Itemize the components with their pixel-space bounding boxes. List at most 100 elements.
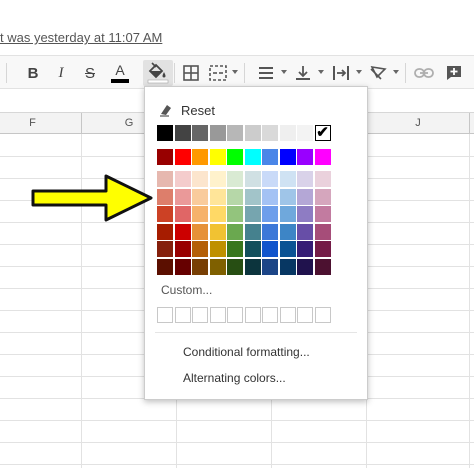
color-swatch[interactable] [297,241,313,257]
color-swatch[interactable] [209,125,226,141]
reset-button[interactable]: Reset [159,101,215,119]
column-header-j[interactable]: J [367,113,470,134]
color-swatch[interactable] [227,241,243,257]
custom-color-slot[interactable] [262,307,278,323]
color-swatch[interactable] [297,149,313,165]
italic-button[interactable]: I [50,60,72,86]
color-swatch[interactable] [297,206,313,222]
color-swatch[interactable] [174,125,191,141]
insert-link-button[interactable] [413,60,435,86]
color-swatch[interactable] [244,223,261,240]
custom-color-slot[interactable] [174,307,191,323]
color-swatch[interactable] [227,223,243,240]
color-swatch[interactable] [279,171,296,187]
color-swatch[interactable] [262,206,278,222]
text-rotation-button[interactable] [367,60,389,86]
custom-color-slot[interactable] [314,307,331,323]
color-swatch[interactable] [192,206,208,222]
color-swatch[interactable] [314,206,331,222]
color-swatch[interactable] [262,223,278,240]
color-swatch[interactable] [314,171,331,187]
color-swatch[interactable] [192,241,208,257]
color-swatch[interactable] [244,149,261,165]
color-swatch[interactable] [157,171,173,187]
color-swatch[interactable] [244,171,261,187]
color-swatch[interactable] [279,223,296,240]
color-swatch[interactable] [174,188,191,205]
color-swatch[interactable] [174,241,191,257]
borders-button[interactable] [180,60,202,86]
color-swatch[interactable] [279,188,296,205]
color-swatch[interactable] [209,171,226,187]
color-swatch[interactable] [157,241,173,257]
color-swatch[interactable] [209,258,226,275]
color-swatch[interactable] [244,125,261,141]
color-swatch[interactable] [209,241,226,257]
color-swatch[interactable] [262,188,278,205]
color-swatch[interactable] [262,241,278,257]
color-swatch[interactable] [297,171,313,187]
color-swatch[interactable] [192,258,208,275]
text-wrap-button[interactable] [330,60,352,86]
fill-color-button[interactable] [143,60,173,86]
color-swatch[interactable] [279,149,296,165]
column-header-f[interactable]: F [0,113,82,134]
color-swatch[interactable] [192,223,208,240]
strikethrough-button[interactable]: S [79,60,101,86]
custom-color-slot[interactable] [244,307,261,323]
custom-color-slot[interactable] [209,307,226,323]
color-swatch[interactable] [227,206,243,222]
chevron-down-icon[interactable] [356,70,362,74]
color-swatch[interactable] [157,125,173,141]
color-swatch[interactable] [157,188,173,205]
chevron-down-icon[interactable] [393,70,399,74]
color-swatch[interactable] [262,171,278,187]
vertical-align-button[interactable] [292,60,314,86]
chevron-down-icon[interactable] [318,70,324,74]
color-swatch[interactable] [209,223,226,240]
color-swatch[interactable] [209,188,226,205]
custom-color-slot[interactable] [192,307,208,323]
color-swatch[interactable] [297,125,313,141]
color-swatch[interactable] [279,125,296,141]
color-swatch[interactable] [209,149,226,165]
color-swatch[interactable] [227,258,243,275]
insert-comment-button[interactable] [443,60,465,86]
color-swatch[interactable] [227,149,243,165]
custom-color-slot[interactable] [227,307,243,323]
chevron-down-icon[interactable] [281,70,287,74]
color-swatch[interactable] [192,125,208,141]
color-swatch[interactable] [279,258,296,275]
merge-cells-button[interactable] [207,60,229,86]
color-swatch[interactable] [157,206,173,222]
color-swatch[interactable] [244,258,261,275]
color-swatch[interactable] [314,188,331,205]
color-swatch[interactable] [314,258,331,275]
color-swatch[interactable] [244,206,261,222]
color-swatch[interactable] [227,188,243,205]
custom-color-slot[interactable] [297,307,313,323]
color-swatch[interactable] [209,206,226,222]
color-swatch[interactable] [192,149,208,165]
color-swatch[interactable] [174,149,191,165]
alternating-colors-item[interactable]: Alternating colors... [183,371,286,385]
color-swatch[interactable]: ✔ [314,125,331,141]
horizontal-align-button[interactable] [255,60,277,86]
color-swatch[interactable] [157,149,173,165]
color-swatch[interactable] [227,171,243,187]
color-swatch[interactable] [279,206,296,222]
custom-color-button[interactable]: Custom... [161,283,212,297]
color-swatch[interactable] [297,223,313,240]
color-swatch[interactable] [174,206,191,222]
custom-color-slot[interactable] [157,307,173,323]
color-swatch[interactable] [262,125,278,141]
chevron-down-icon[interactable] [232,70,238,74]
color-swatch[interactable] [314,223,331,240]
color-swatch[interactable] [244,241,261,257]
color-swatch[interactable] [192,171,208,187]
color-swatch[interactable] [262,258,278,275]
color-swatch[interactable] [157,223,173,240]
color-swatch[interactable] [297,258,313,275]
custom-color-slot[interactable] [279,307,296,323]
color-swatch[interactable] [174,223,191,240]
